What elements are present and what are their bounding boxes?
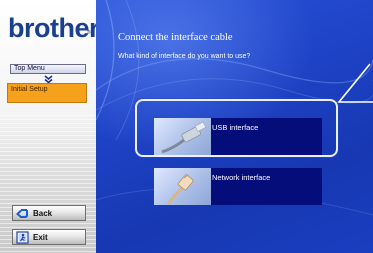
exit-button-label: Exit xyxy=(33,232,48,242)
page-title: Connect the interface cable xyxy=(118,32,233,43)
main-panel: Connect the interface cable What kind of… xyxy=(96,0,373,253)
network-interface-option[interactable]: Network interface xyxy=(154,168,322,205)
top-menu-link[interactable]: Top Menu xyxy=(10,64,86,74)
back-arrow-icon xyxy=(16,207,29,219)
usb-cable-icon xyxy=(154,118,211,155)
network-cable-icon xyxy=(154,168,211,205)
page-subtitle: What kind of interface do you want to us… xyxy=(118,53,251,60)
sidebar: brother ® Top Menu Initial Setup Back Ex… xyxy=(0,0,96,253)
brother-logo: brother xyxy=(8,13,96,43)
network-interface-label: Network interface xyxy=(212,173,271,182)
registered-mark: ® xyxy=(87,30,91,36)
initial-setup-step[interactable]: Initial Setup xyxy=(7,83,87,103)
exit-door-icon xyxy=(16,230,29,244)
back-button-label: Back xyxy=(33,208,53,218)
usb-interface-label: USB interface xyxy=(212,123,259,132)
decorative-triangle xyxy=(337,63,373,103)
exit-button[interactable]: Exit xyxy=(12,229,86,245)
usb-interface-option[interactable]: USB interface xyxy=(154,118,322,155)
back-button[interactable]: Back xyxy=(12,205,86,221)
